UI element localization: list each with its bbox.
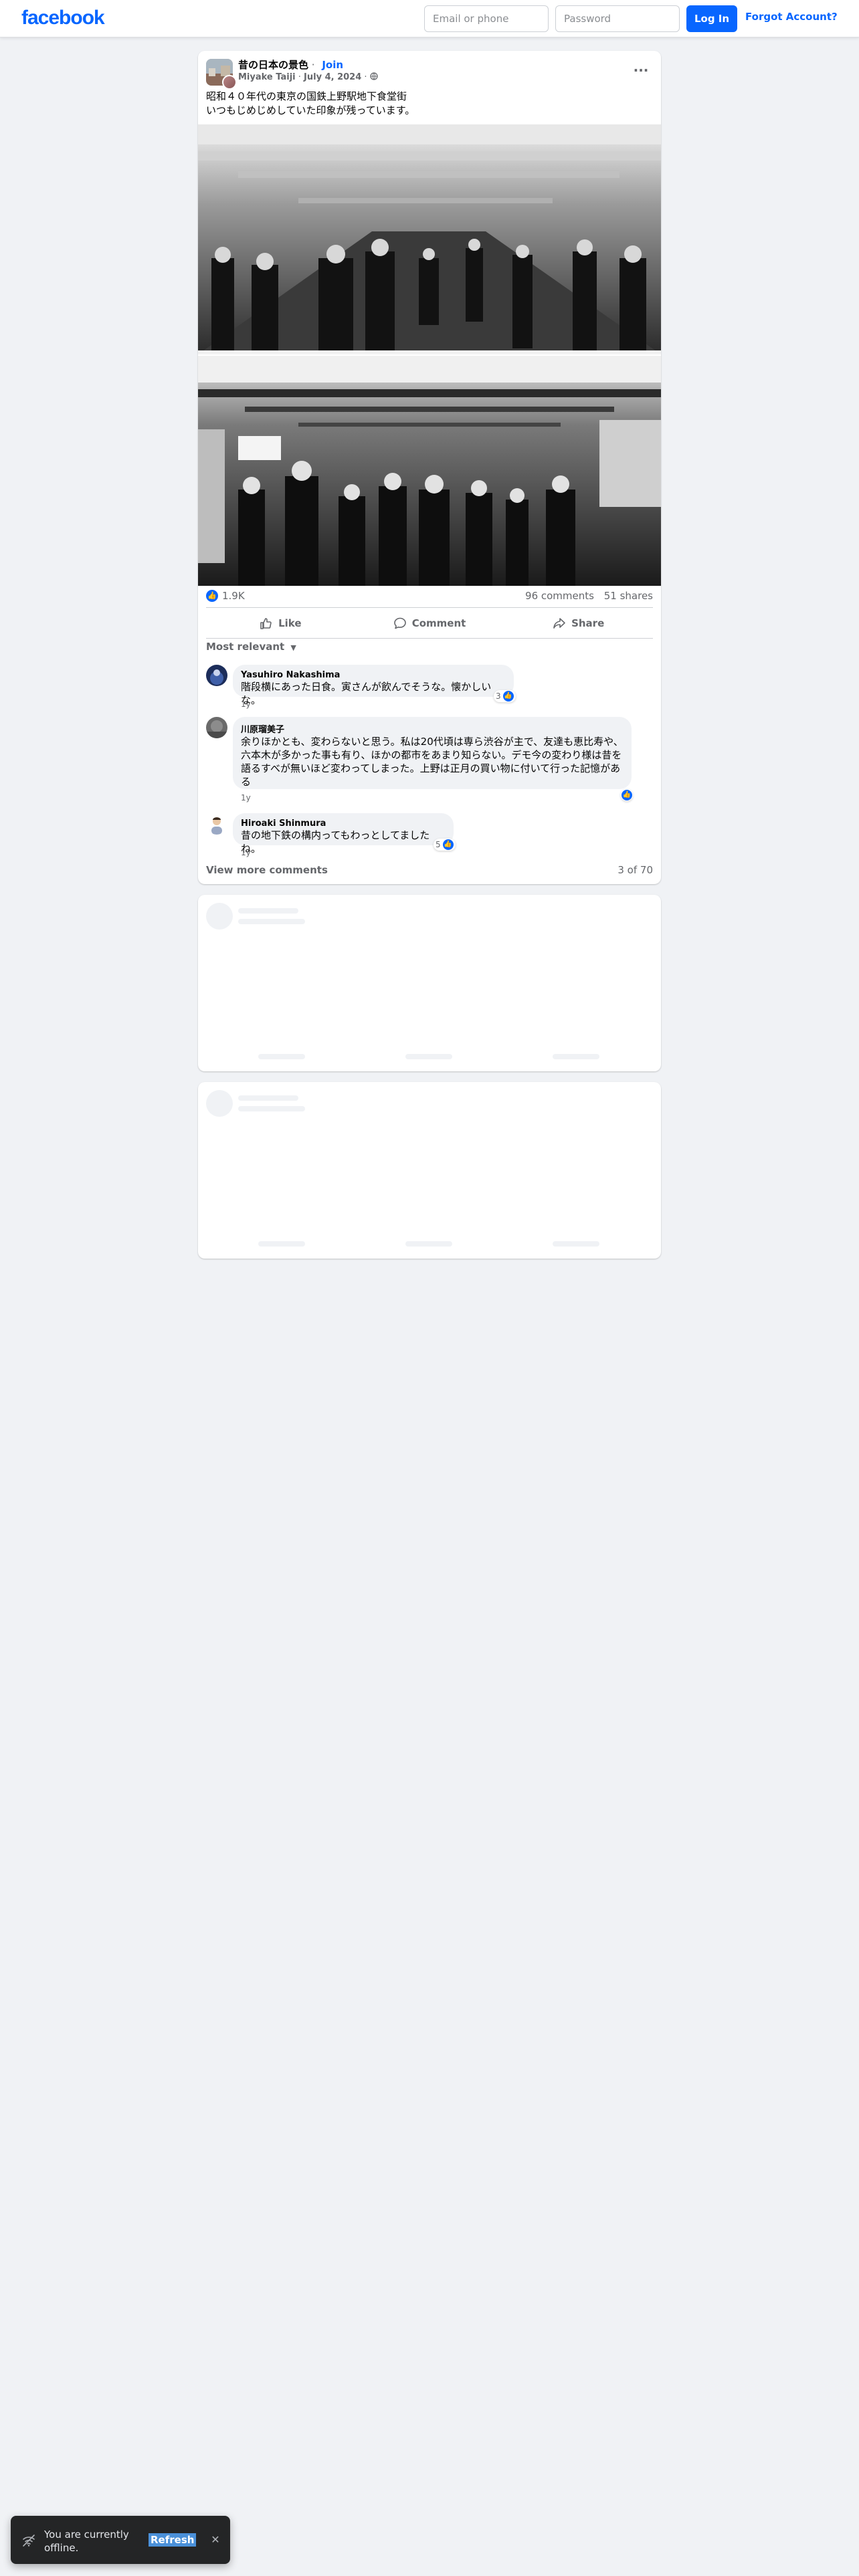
close-icon[interactable]: ✕ bbox=[209, 2533, 222, 2547]
engagement-counts: 96 comments 51 shares bbox=[525, 590, 653, 602]
like-reaction-icon: 👍 bbox=[622, 790, 632, 800]
comment-bubble: 川原瑠美子 余りほかとも、変わらないと思う。私は20代頃は専ら渋谷が主で、友達も… bbox=[233, 717, 632, 789]
sort-label: Most relevant bbox=[206, 641, 285, 653]
comment-text: 余りほかとも、変わらないと思う。私は20代頃は専ら渋谷が主で、友達も恵比寿や、六… bbox=[241, 736, 624, 788]
forgot-account-link[interactable]: Forgot Account? bbox=[745, 11, 838, 23]
post-text-line: いつもじめじめしていた印象が残っています。 bbox=[206, 104, 415, 116]
password-field[interactable] bbox=[555, 5, 680, 32]
comment-reaction-badge[interactable]: 👍 bbox=[621, 789, 633, 801]
commenter-avatar[interactable] bbox=[206, 665, 227, 686]
wifi-off-icon bbox=[23, 2535, 35, 2547]
loading-placeholder-card bbox=[198, 895, 661, 1071]
separator-dot: · bbox=[308, 59, 318, 71]
facebook-logo[interactable]: facebook bbox=[21, 7, 105, 29]
author-avatar[interactable] bbox=[222, 75, 237, 90]
share-label: Share bbox=[571, 617, 605, 629]
like-button[interactable]: Like bbox=[206, 611, 355, 635]
email-field[interactable] bbox=[424, 5, 549, 32]
refresh-button[interactable]: Refresh bbox=[149, 2533, 197, 2547]
placeholder-avatar bbox=[206, 1090, 233, 1117]
separator-dot: · bbox=[361, 72, 370, 82]
like-reaction-icon: 👍 bbox=[442, 839, 454, 850]
commenter-avatar[interactable] bbox=[206, 813, 227, 835]
commenter-avatar[interactable] bbox=[206, 717, 227, 738]
offline-toast: You are currently offline. Refresh ✕ bbox=[11, 2516, 230, 2564]
comments-count-link[interactable]: 96 comments bbox=[525, 590, 594, 602]
comment-item: 川原瑠美子 余りほかとも、変わらないと思う。私は20代頃は専ら渋谷が主で、友達も… bbox=[206, 717, 653, 802]
comment-label: Comment bbox=[411, 617, 466, 629]
comment-text: 昔の地下鉄の構内ってもわっとしてましたね。 bbox=[241, 829, 430, 855]
post-header-title: 昔の日本の景色 · Join bbox=[238, 58, 343, 72]
share-icon bbox=[553, 618, 565, 629]
shares-count-link[interactable]: 51 shares bbox=[604, 590, 653, 602]
divider bbox=[206, 607, 653, 608]
comment-bubble: Hiroaki Shinmura 昔の地下鉄の構内ってもわっとしてましたね。 bbox=[233, 813, 454, 855]
placeholder-line bbox=[553, 1241, 599, 1247]
top-navigation-bar: facebook Log In Forgot Account? bbox=[0, 0, 859, 37]
comment-text: 階段横にあった日食。寅さんが飲んでそうな。懐かしいな。 bbox=[241, 681, 492, 706]
divider bbox=[206, 638, 653, 639]
post-card: 昔の日本の景色 · Join Miyake Taiji · July 4, 20… bbox=[198, 51, 661, 884]
comment-timestamp[interactable]: 1y bbox=[241, 793, 251, 802]
comment-item: Hiroaki Shinmura 昔の地下鉄の構内ってもわっとしてましたね。 5… bbox=[206, 813, 653, 860]
commenter-name-link[interactable]: Yasuhiro Nakashima bbox=[241, 670, 506, 680]
placeholder-line bbox=[258, 1241, 305, 1247]
offline-message: You are currently offline. bbox=[44, 2529, 129, 2554]
comment-reaction-count: 3 bbox=[496, 691, 501, 701]
join-group-link[interactable]: Join bbox=[322, 59, 343, 71]
placeholder-line bbox=[405, 1241, 452, 1247]
comment-icon bbox=[393, 617, 406, 629]
separator-dot: · bbox=[295, 72, 304, 82]
comment-timestamp[interactable]: 1y bbox=[241, 848, 251, 857]
placeholder-line bbox=[258, 1054, 305, 1059]
placeholder-line bbox=[238, 908, 298, 914]
placeholder-avatar bbox=[206, 903, 233, 930]
group-name-link[interactable]: 昔の日本の景色 bbox=[238, 59, 308, 71]
post-photo[interactable] bbox=[198, 124, 661, 354]
comment-reaction-badge[interactable]: 5 👍 bbox=[434, 839, 456, 851]
post-meta: Miyake Taiji · July 4, 2024 · bbox=[238, 72, 378, 82]
like-reaction-icon: 👍 bbox=[502, 691, 514, 702]
comment-reaction-badge[interactable]: 3 👍 bbox=[494, 690, 516, 702]
comment-reaction-count: 5 bbox=[436, 840, 441, 849]
placeholder-line bbox=[405, 1054, 452, 1059]
loading-placeholder-card bbox=[198, 1082, 661, 1259]
commenter-name-link[interactable]: 川原瑠美子 bbox=[241, 722, 624, 735]
comment-bubble: Yasuhiro Nakashima 階段横にあった日食。寅さんが飲んでそうな。… bbox=[233, 665, 514, 706]
placeholder-line bbox=[238, 1095, 298, 1101]
placeholder-line bbox=[553, 1054, 599, 1059]
reaction-summary[interactable]: 👍 1.9K bbox=[206, 590, 245, 602]
thumbs-up-icon bbox=[260, 618, 272, 629]
globe-icon bbox=[370, 72, 378, 80]
placeholder-line bbox=[238, 919, 305, 924]
post-photo[interactable] bbox=[198, 356, 661, 586]
more-options-icon[interactable]: ··· bbox=[629, 60, 653, 84]
like-reaction-icon: 👍 bbox=[206, 590, 218, 602]
comment-button[interactable]: Comment bbox=[355, 611, 504, 635]
post-text-line: 昭和４０年代の東京の国鉄上野駅地下食堂街 bbox=[206, 90, 407, 102]
comment-item: Yasuhiro Nakashima 階段横にあった日食。寅さんが飲んでそうな。… bbox=[206, 665, 653, 712]
placeholder-line bbox=[238, 1106, 305, 1111]
author-name-link[interactable]: Miyake Taiji bbox=[238, 72, 296, 82]
comment-page-count: 3 of 70 bbox=[617, 864, 653, 876]
post-text: 昭和４０年代の東京の国鉄上野駅地下食堂街 いつもじめじめしていた印象が残っていま… bbox=[206, 90, 648, 118]
chevron-down-icon: ▼ bbox=[290, 643, 296, 652]
share-button[interactable]: Share bbox=[504, 611, 653, 635]
like-label: Like bbox=[278, 617, 302, 629]
reaction-count: 1.9K bbox=[222, 590, 245, 602]
comment-sort-dropdown[interactable]: Most relevant ▼ bbox=[206, 641, 296, 653]
post-actions: Like Comment Share bbox=[206, 611, 653, 635]
view-more-comments-link[interactable]: View more comments bbox=[206, 864, 328, 876]
comment-timestamp[interactable]: 1y bbox=[241, 700, 251, 709]
commenter-name-link[interactable]: Hiroaki Shinmura bbox=[241, 819, 446, 829]
login-button[interactable]: Log In bbox=[686, 5, 737, 32]
post-date-link[interactable]: July 4, 2024 bbox=[304, 72, 361, 82]
